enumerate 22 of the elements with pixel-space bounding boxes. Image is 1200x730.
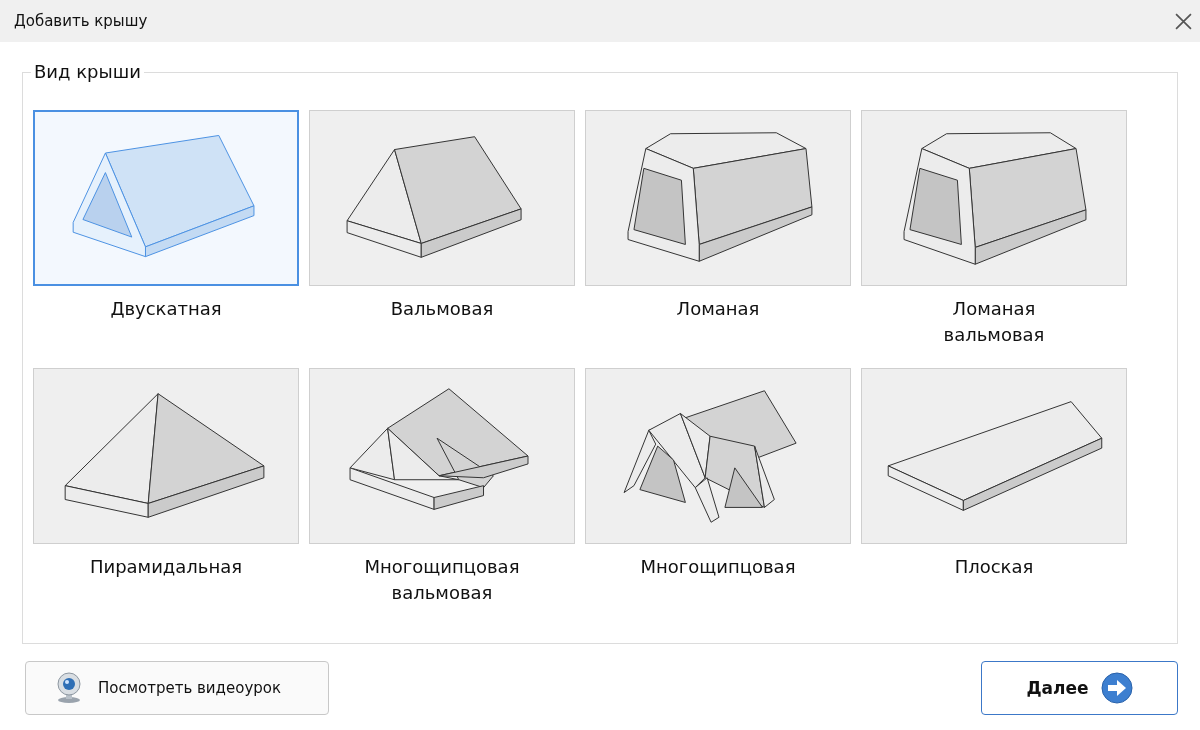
roof-tile[interactable] bbox=[585, 110, 851, 286]
roof-tile[interactable] bbox=[861, 368, 1127, 544]
roof-tile[interactable] bbox=[33, 368, 299, 544]
webcam-icon bbox=[54, 672, 84, 704]
roof-type-label: Двускатная bbox=[109, 297, 223, 321]
roof-type-label: Пирамидальная bbox=[88, 555, 244, 579]
roof-type-label: Ломаная вальмовая bbox=[942, 297, 1046, 347]
roof-type-label: Многощипцовая вальмовая bbox=[363, 555, 521, 605]
roof-tile[interactable] bbox=[309, 368, 575, 544]
roof-type-label: Ломаная bbox=[675, 297, 761, 321]
roof-tile[interactable] bbox=[33, 110, 299, 286]
roof-tile[interactable] bbox=[585, 368, 851, 544]
arrow-right-icon bbox=[1100, 672, 1133, 704]
roof-tile[interactable] bbox=[861, 110, 1127, 286]
roof-tile[interactable] bbox=[309, 110, 575, 286]
roof-type-label: Вальмовая bbox=[389, 297, 495, 321]
window-title: Добавить крышу bbox=[14, 12, 148, 30]
roof-type-label: Многощипцовая bbox=[639, 555, 797, 579]
video-lesson-button[interactable]: Посмотреть видеоурок bbox=[25, 661, 329, 715]
roof-type-label: Плоская bbox=[953, 555, 1035, 579]
next-button[interactable]: Далее bbox=[981, 661, 1178, 715]
close-icon[interactable] bbox=[1175, 12, 1192, 30]
